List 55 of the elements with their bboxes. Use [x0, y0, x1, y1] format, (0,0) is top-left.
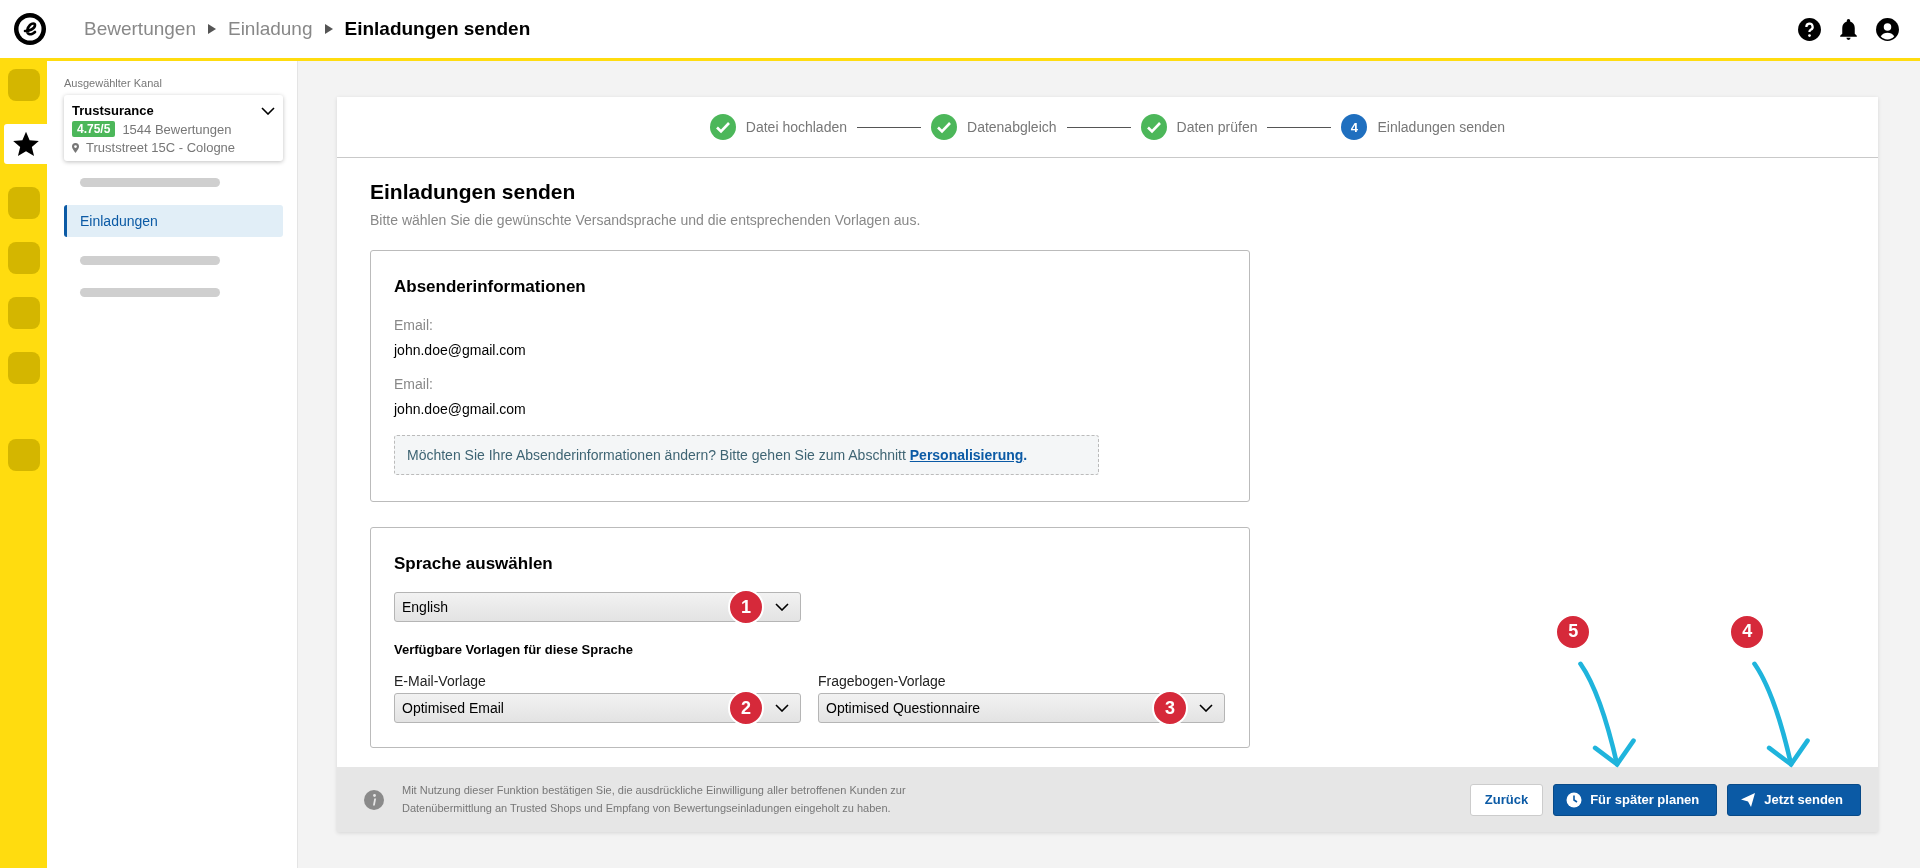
annotation-badge: 2	[728, 690, 764, 726]
send-button[interactable]: Jetzt senden	[1727, 783, 1861, 816]
page-title: Einladungen senden	[370, 180, 577, 204]
channel-name: Trustsurance	[72, 103, 154, 118]
section-subheading: Verfügbare Vorlagen für diese Sprache	[394, 642, 634, 657]
template-select[interactable]: Optimised Questionnaire 3	[818, 693, 1225, 723]
rating-badge: 4.75/5	[72, 121, 116, 137]
field-value: john.doe@gmail.com	[394, 342, 527, 358]
schedule-button[interactable]: Für später planen	[1553, 783, 1718, 816]
chevron-down-icon	[1199, 704, 1213, 712]
language-select[interactable]: English 1	[394, 592, 801, 622]
step-label: Daten prüfen	[1176, 119, 1258, 135]
channel-address: Truststreet 15C - Cologne	[86, 140, 236, 155]
step-label: Datenabgleich	[967, 119, 1057, 135]
breadcrumb-item[interactable]: Einladung	[227, 18, 313, 40]
template-select[interactable]: Optimised Email 2	[394, 693, 801, 723]
caret-icon	[324, 24, 333, 34]
channel-card[interactable]: Trustsurance 4.75/5 1544 Bewertungen Truststreet 15C - Cologne	[64, 95, 283, 161]
step-number: 4	[1341, 114, 1368, 140]
panel-heading: Sprache auswählen	[394, 554, 554, 574]
field-value: john.doe@gmail.com	[394, 401, 527, 417]
logo-icon[interactable]	[14, 13, 46, 45]
annotation-badge: 1	[728, 589, 764, 625]
help-icon[interactable]	[1797, 16, 1822, 42]
field-label: Email:	[394, 317, 434, 333]
back-button[interactable]: Zurück	[1469, 783, 1544, 816]
star-icon	[11, 130, 40, 158]
channel-label: Ausgewählter Kanal	[64, 77, 163, 89]
sidebar-item[interactable]: Einladungen	[64, 205, 283, 237]
panel-heading: Absenderinformationen	[394, 277, 587, 297]
info-icon	[364, 789, 384, 810]
clock-icon	[1566, 791, 1583, 808]
field-label: Email:	[394, 376, 434, 392]
paper-plane-icon	[1740, 791, 1757, 808]
account-icon[interactable]	[1875, 16, 1900, 42]
info-notice: Möchten Sie Ihre Absenderinformationen ändern? Bitte gehen Sie zum Abschnitt Personalisierung.	[394, 435, 1099, 475]
annotation-badge: 5	[1555, 613, 1592, 650]
breadcrumb-item[interactable]: Bewertungen	[84, 18, 196, 40]
review-count: 1544 Bewertungen	[122, 121, 232, 137]
annotation-badge: 4	[1729, 613, 1766, 650]
personalisation-link[interactable]: Personalisierung	[909, 447, 1024, 463]
chevron-down-icon	[775, 704, 789, 712]
field-label: E-Mail-Vorlage	[394, 673, 487, 689]
page-subtitle: Bitte wählen Sie die gewünschte Versandsprache und die entsprechenden Vorlagen aus.	[370, 212, 922, 228]
chevron-down-icon[interactable]	[261, 106, 275, 115]
caret-icon	[207, 24, 216, 34]
annotation-badge: 3	[1152, 690, 1188, 726]
field-label: Fragebogen-Vorlage	[818, 673, 947, 689]
chevron-down-icon	[775, 603, 789, 611]
step-label: Datei hochladen	[745, 119, 847, 135]
consent-text: Mit Nutzung dieser Funktion bestätigen Sie, die ausdrückliche Einwilligung aller betroffenen Kunden zur Datenübermittlung an Trusted Shops und Empfang von Bewertungseinladungen eingeholt zu haben.	[402, 782, 907, 816]
location-pin-icon	[72, 142, 79, 153]
breadcrumb-item: Einladungen senden	[344, 18, 531, 40]
rail-tab[interactable]	[4, 124, 47, 164]
step-label: Einladungen senden	[1377, 119, 1506, 135]
